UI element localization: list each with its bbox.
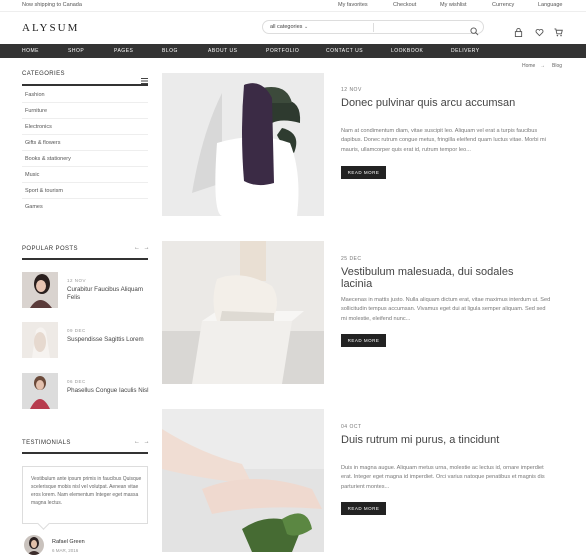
popular-posts-title: POPULAR POSTS — [22, 246, 78, 252]
nav-lookbook[interactable]: LOOKBOOK — [391, 48, 423, 54]
category-games[interactable]: Games — [22, 199, 148, 215]
heart-icon[interactable] — [535, 24, 544, 37]
post-image[interactable] — [162, 73, 324, 216]
testimonials-prev-next-arrows[interactable]: ← → — [134, 439, 151, 445]
avatar — [24, 535, 44, 555]
breadcrumb-current: Blog — [552, 63, 563, 69]
read-more-button[interactable]: READ MORE — [341, 502, 386, 515]
category-electronics[interactable]: Electronics — [22, 119, 148, 135]
nav-delivery[interactable]: DELIVERY — [451, 48, 480, 54]
chevron-down-icon[interactable]: ⌄ — [304, 24, 308, 30]
popular-prev-next-arrows[interactable]: ← → — [134, 245, 151, 251]
categories-divider — [22, 84, 148, 86]
popular-post-thumbnail[interactable] — [22, 373, 58, 409]
category-gifts[interactable]: Gifts & flowers — [22, 135, 148, 151]
search-icon[interactable] — [470, 23, 479, 36]
main-nav: HOME SHOP PAGES BLOG ABOUT US PORTFOLIO … — [0, 44, 586, 58]
post-excerpt: Nam at condimentum diam, vitae suscipit … — [341, 128, 546, 153]
category-books[interactable]: Books & stationery — [22, 151, 148, 167]
post-date: 04 OCT — [341, 424, 362, 430]
category-sport[interactable]: Sport & tourism — [22, 183, 148, 199]
post-date: 12 NOV — [341, 87, 362, 93]
nav-about-us[interactable]: ABOUT US — [208, 48, 237, 54]
post-excerpt: Duis in magna augue. Aliquam metus urna,… — [341, 465, 545, 490]
nav-portfolio[interactable]: PORTFOLIO — [266, 48, 299, 54]
popular-post[interactable]: 09 DEC Suspendisse Sagittis Lorem — [22, 322, 148, 360]
currency-selector[interactable]: Currency — [492, 2, 514, 8]
nav-blog[interactable]: BLOG — [162, 48, 178, 54]
popular-post[interactable]: 06 DEC Phasellus Congue Iaculis Nisl — [22, 373, 151, 411]
testimonial-author: Rafael Green — [52, 539, 85, 545]
category-furniture[interactable]: Furniture — [22, 103, 148, 119]
breadcrumb-home[interactable]: Home — [522, 63, 535, 69]
search-category-select[interactable]: all categories — [270, 24, 302, 30]
category-music[interactable]: Music — [22, 167, 148, 183]
popular-post-date: 06 DEC — [67, 379, 86, 384]
nav-pages[interactable]: PAGES — [114, 48, 133, 54]
post-title[interactable]: Donec pulvinar quis arcu accumsan — [341, 97, 541, 109]
post-image[interactable] — [162, 409, 324, 552]
testimonials-title: TESTIMONIALS — [22, 440, 71, 446]
post-date: 25 DEC — [341, 256, 362, 262]
testimonial-box: Vestibulum ante ipsum primis in faucibus… — [22, 466, 148, 524]
cart-icon[interactable] — [554, 24, 563, 37]
category-fashion[interactable]: Fashion — [22, 87, 148, 103]
read-more-button[interactable]: READ MORE — [341, 334, 386, 347]
nav-home[interactable]: HOME — [22, 48, 39, 54]
breadcrumb-arrow-icon: → — [540, 63, 545, 69]
top-bar: Now shipping to Canada My favorites Chec… — [0, 0, 586, 11]
search-bar: all categories ⌄ — [262, 20, 484, 36]
post-image[interactable] — [162, 241, 324, 384]
header: ALYSUM all categories ⌄ — [0, 11, 586, 43]
shipping-notice: Now shipping to Canada — [22, 2, 82, 8]
testimonials-divider — [22, 452, 148, 454]
categories-title: CATEGORIES — [22, 71, 65, 77]
language-selector[interactable]: Language — [538, 2, 562, 8]
wishlist-link[interactable]: My wishlist — [440, 2, 467, 8]
logo[interactable]: ALYSUM — [22, 22, 79, 34]
search-divider — [373, 23, 374, 32]
lock-icon[interactable] — [514, 24, 523, 37]
post-title[interactable]: Duis rutrum mi purus, a tincidunt — [341, 434, 541, 446]
testimonial-text: Vestibulum ante ipsum primis in faucibus… — [31, 476, 142, 506]
popular-post-date: 12 NOV — [67, 278, 87, 283]
popular-post-title[interactable]: Suspendisse Sagittis Lorem — [67, 336, 151, 344]
nav-shop[interactable]: SHOP — [68, 48, 84, 54]
nav-contact-us[interactable]: CONTACT US — [326, 48, 363, 54]
post-excerpt: Maecenas in mattis justo. Nulla aliquam … — [341, 297, 551, 322]
popular-post-thumbnail[interactable] — [22, 272, 58, 308]
favorites-link[interactable]: My favorites — [338, 2, 368, 8]
popular-post-thumbnail[interactable] — [22, 322, 58, 358]
post-title[interactable]: Vestibulum malesuada, dui sodales lacini… — [341, 266, 541, 290]
read-more-button[interactable]: READ MORE — [341, 166, 386, 179]
checkout-link[interactable]: Checkout — [393, 2, 416, 8]
popular-post-title[interactable]: Curabitur Faucibus Aliquam Felis — [67, 286, 151, 302]
testimonial-date: 6 MAR, 2016 — [52, 548, 79, 553]
popular-post-date: 09 DEC — [67, 328, 86, 333]
popular-divider — [22, 258, 148, 260]
popular-post[interactable]: 12 NOV Curabitur Faucibus Aliquam Felis — [22, 272, 148, 310]
popular-post-title[interactable]: Phasellus Congue Iaculis Nisl — [67, 387, 151, 395]
